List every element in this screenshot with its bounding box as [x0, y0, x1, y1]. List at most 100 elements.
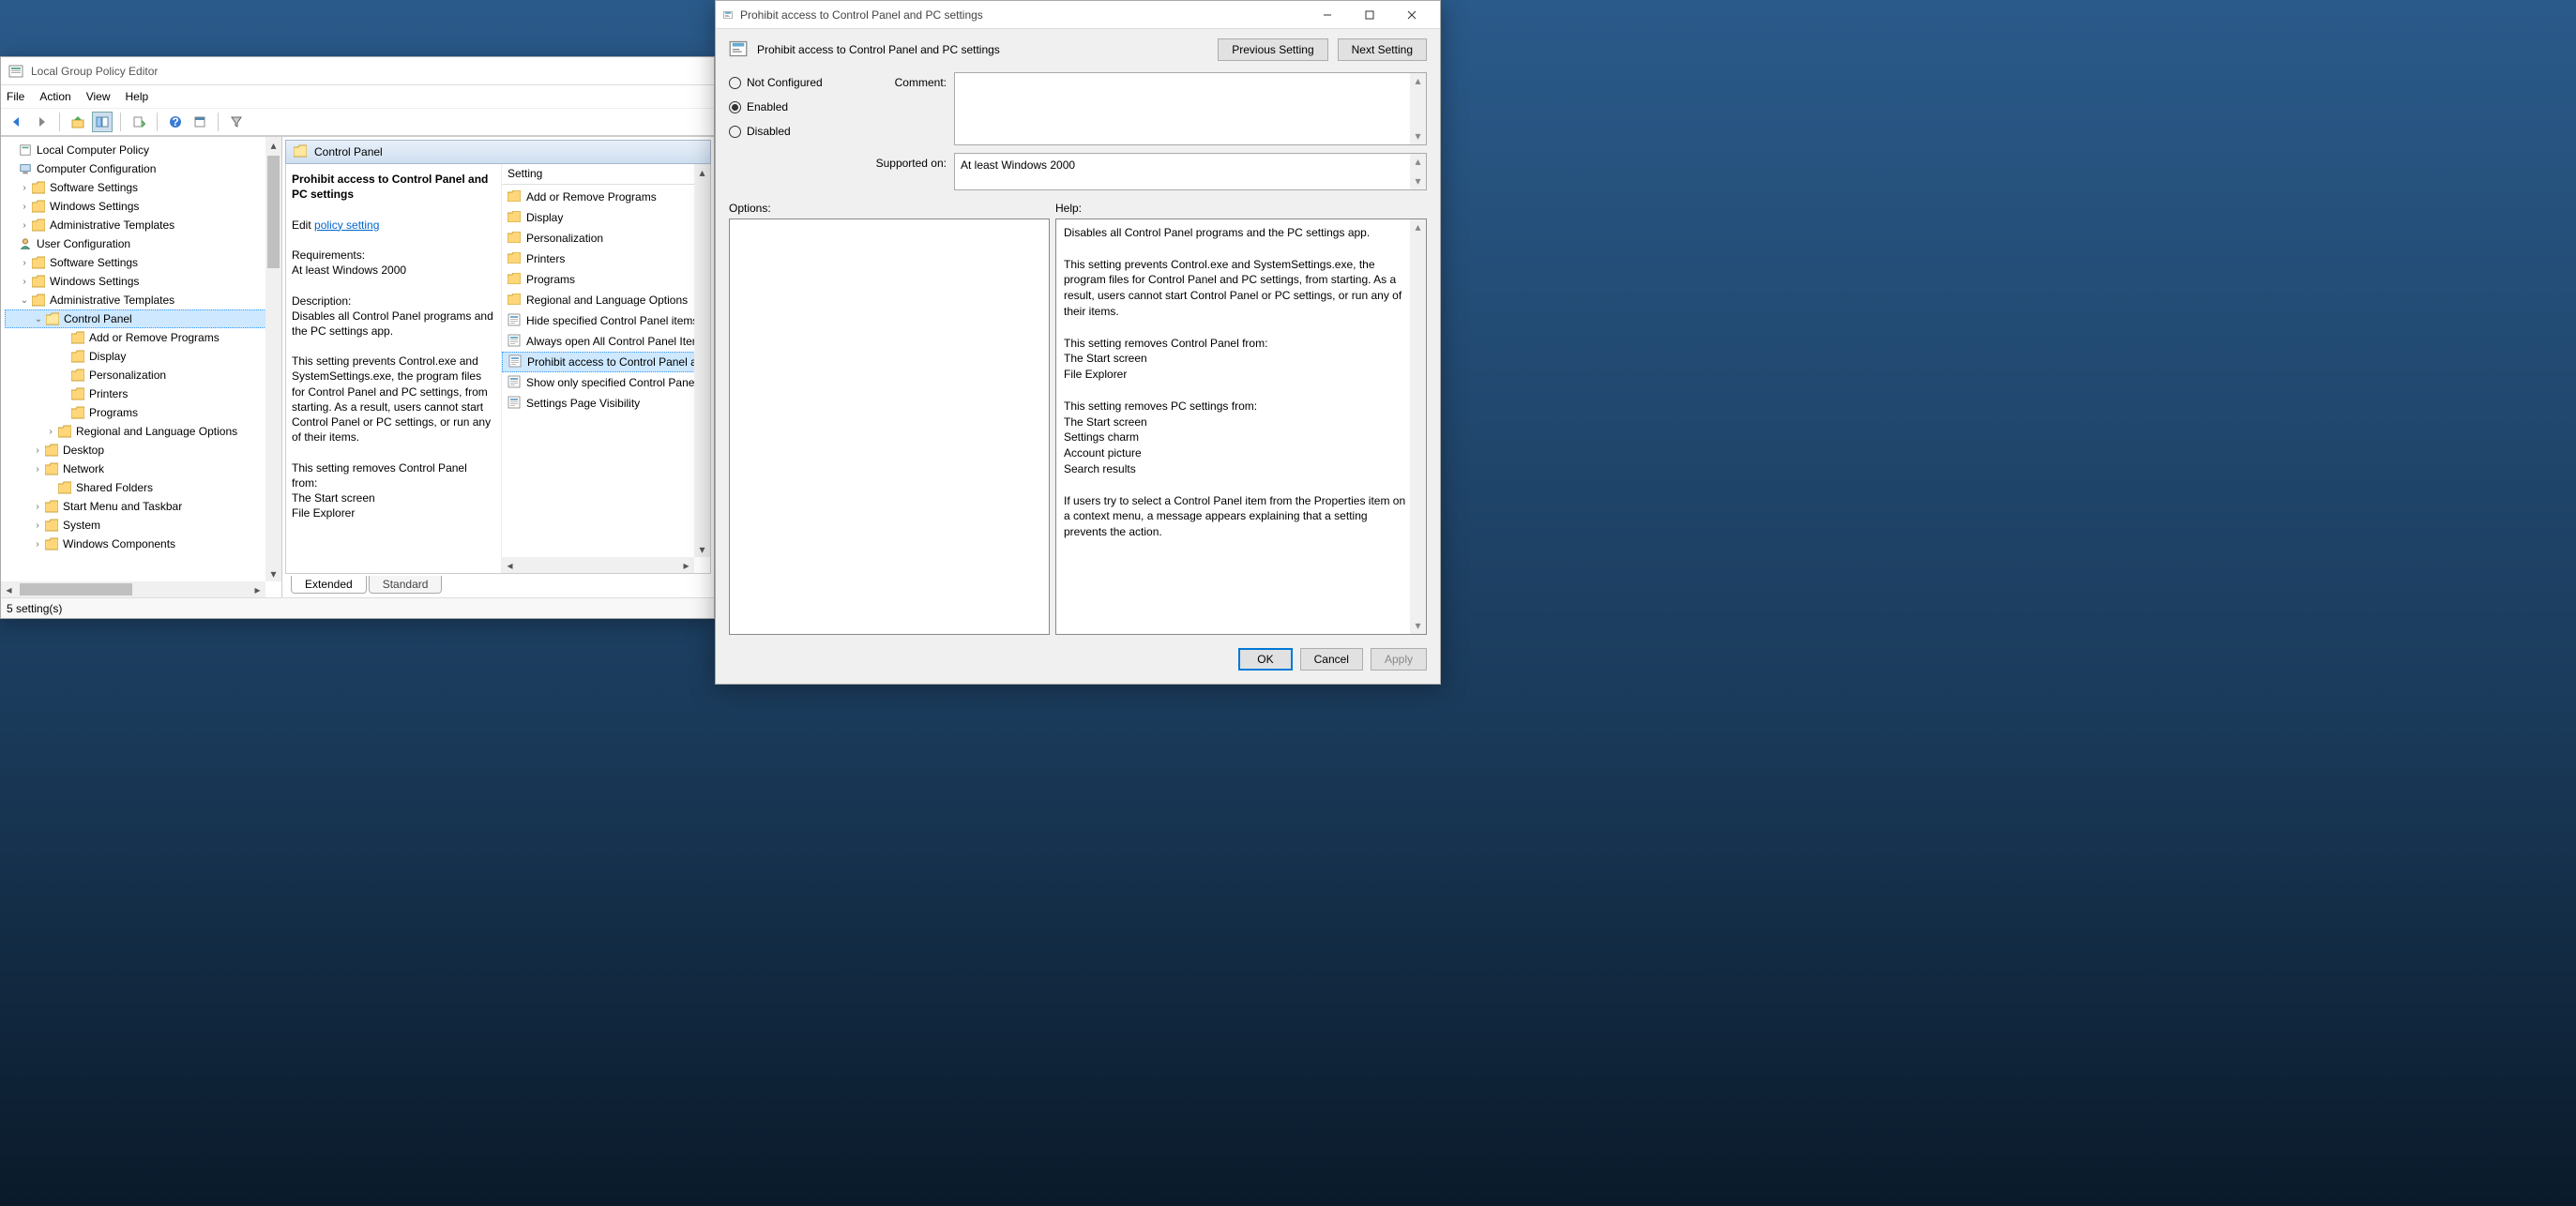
minimize-button[interactable] — [1306, 1, 1348, 28]
tree-cc-windows[interactable]: ›Windows Settings — [5, 197, 281, 216]
options-pane — [729, 219, 1050, 635]
list-item-label: Add or Remove Programs — [526, 190, 657, 204]
toolbar-properties-icon[interactable] — [189, 112, 210, 132]
tree-scrollbar-horizontal[interactable]: ◂▸ — [1, 581, 265, 597]
options-label: Options: — [729, 202, 1055, 215]
list-item[interactable]: Programs — [502, 269, 710, 290]
tree-pane[interactable]: Local Computer Policy Computer Configura… — [1, 137, 282, 597]
tree-uc-windows[interactable]: ›Windows Settings — [5, 272, 281, 291]
tree-cp-add-remove[interactable]: Add or Remove Programs — [5, 328, 281, 347]
dialog-titlebar[interactable]: Prohibit access to Control Panel and PC … — [716, 1, 1440, 29]
folder-icon — [44, 536, 59, 551]
apply-button[interactable]: Apply — [1371, 648, 1427, 671]
policy-icon — [18, 143, 33, 158]
tree-root[interactable]: Local Computer Policy — [5, 141, 281, 159]
folder-icon — [31, 255, 46, 270]
help-body: Disables all Control Panel programs and … — [1064, 226, 1409, 538]
config-row: Not Configured Enabled Disabled Comment:… — [716, 70, 1440, 192]
scrollbar[interactable]: ▴▾ — [1410, 73, 1426, 144]
list-item[interactable]: Printers — [502, 249, 710, 269]
menu-action[interactable]: Action — [39, 90, 70, 103]
tree-desktop[interactable]: ›Desktop — [5, 441, 281, 460]
requirements-value: At least Windows 2000 — [292, 264, 406, 277]
tree-cc-admin[interactable]: ›Administrative Templates — [5, 216, 281, 234]
next-setting-button[interactable]: Next Setting — [1338, 38, 1427, 61]
menu-file[interactable]: File — [7, 90, 24, 103]
list-scrollbar-horizontal[interactable]: ◂▸ — [502, 557, 694, 573]
tree-uc-software[interactable]: ›Software Settings — [5, 253, 281, 272]
list-item-label: Printers — [526, 252, 565, 265]
toolbar-show-tree-icon[interactable] — [92, 112, 113, 132]
list-item[interactable]: Personalization — [502, 228, 710, 249]
tree-system[interactable]: ›System — [5, 516, 281, 535]
toolbar-up-icon[interactable] — [68, 112, 88, 132]
tree-scrollbar-vertical[interactable]: ▴▾ — [265, 137, 281, 581]
gpedit-titlebar[interactable]: Local Group Policy Editor — [1, 57, 714, 85]
list-item-label: Prohibit access to Control Panel and PC … — [527, 355, 710, 369]
toolbar-forward-icon[interactable] — [31, 112, 52, 132]
policy-icon — [723, 10, 733, 20]
list-item[interactable]: Settings Page Visibility — [502, 393, 710, 414]
folder-icon — [57, 424, 72, 439]
list-item[interactable]: Regional and Language Options — [502, 290, 710, 310]
close-button[interactable] — [1390, 1, 1432, 28]
list-item[interactable]: Always open All Control Panel Items when… — [502, 331, 710, 352]
folder-icon — [44, 518, 59, 533]
list-item[interactable]: Prohibit access to Control Panel and PC … — [502, 352, 710, 372]
tree-network[interactable]: ›Network — [5, 460, 281, 478]
list-item[interactable]: Show only specified Control Panel items — [502, 372, 710, 393]
setting-icon — [508, 375, 521, 391]
column-header-setting[interactable]: Setting — [502, 164, 710, 185]
toolbar-filter-icon[interactable] — [226, 112, 247, 132]
section-labels: Options: Help: — [716, 192, 1440, 219]
detail-title: Prohibit access to Control Panel and PC … — [292, 173, 488, 201]
tree-user-config[interactable]: User Configuration — [5, 234, 281, 253]
tree-control-panel[interactable]: ⌄Control Panel — [5, 309, 281, 328]
toolbar-back-icon[interactable] — [7, 112, 27, 132]
cancel-button[interactable]: Cancel — [1300, 648, 1363, 671]
maximize-button[interactable] — [1348, 1, 1390, 28]
list-item[interactable]: Add or Remove Programs — [502, 187, 710, 207]
radio-disabled[interactable]: Disabled — [729, 125, 860, 138]
toolbar-export-icon[interactable] — [129, 112, 149, 132]
radio-not-configured[interactable]: Not Configured — [729, 76, 860, 89]
tree-uc-admin[interactable]: ⌄Administrative Templates — [5, 291, 281, 309]
folder-icon — [508, 211, 521, 225]
comment-field[interactable]: ▴▾ — [954, 72, 1427, 145]
tree-start-menu[interactable]: ›Start Menu and Taskbar — [5, 497, 281, 516]
scrollbar[interactable]: ▴▾ — [1410, 219, 1426, 634]
previous-setting-button[interactable]: Previous Setting — [1218, 38, 1327, 61]
tree-cp-regional[interactable]: ›Regional and Language Options — [5, 422, 281, 441]
tree-cp-display[interactable]: Display — [5, 347, 281, 366]
folder-icon — [31, 218, 46, 233]
supported-label: Supported on: — [860, 153, 954, 190]
scrollbar[interactable]: ▴▾ — [1410, 154, 1426, 189]
folder-icon — [508, 273, 521, 287]
menu-help[interactable]: Help — [126, 90, 149, 103]
list-item[interactable]: Hide specified Control Panel items — [502, 310, 710, 331]
user-icon — [18, 236, 33, 251]
folder-icon — [57, 480, 72, 495]
dialog-header: Prohibit access to Control Panel and PC … — [757, 43, 1000, 56]
tree-computer-config[interactable]: Computer Configuration — [5, 159, 281, 178]
dialog-buttons: OK Cancel Apply — [716, 635, 1440, 684]
list-scrollbar-vertical[interactable]: ▴▾ — [694, 164, 710, 557]
tab-extended[interactable]: Extended — [291, 576, 367, 594]
radio-enabled[interactable]: Enabled — [729, 100, 860, 113]
tree-cp-printers[interactable]: Printers — [5, 384, 281, 403]
tree-windows-components[interactable]: ›Windows Components — [5, 535, 281, 553]
list-item[interactable]: Display — [502, 207, 710, 228]
setting-icon — [508, 354, 522, 370]
tree-cc-software[interactable]: ›Software Settings — [5, 178, 281, 197]
toolbar-help-icon[interactable]: ? — [165, 112, 186, 132]
menu-view[interactable]: View — [86, 90, 111, 103]
ok-button[interactable]: OK — [1238, 648, 1292, 671]
tab-standard[interactable]: Standard — [369, 576, 443, 594]
tree-cp-programs[interactable]: Programs — [5, 403, 281, 422]
folder-icon — [31, 274, 46, 289]
gpedit-app-icon — [8, 64, 23, 79]
toolbar-separator — [157, 113, 158, 131]
tree-cp-personalization[interactable]: Personalization — [5, 366, 281, 384]
policy-setting-link[interactable]: policy setting — [314, 219, 379, 232]
tree-shared-folders[interactable]: Shared Folders — [5, 478, 281, 497]
